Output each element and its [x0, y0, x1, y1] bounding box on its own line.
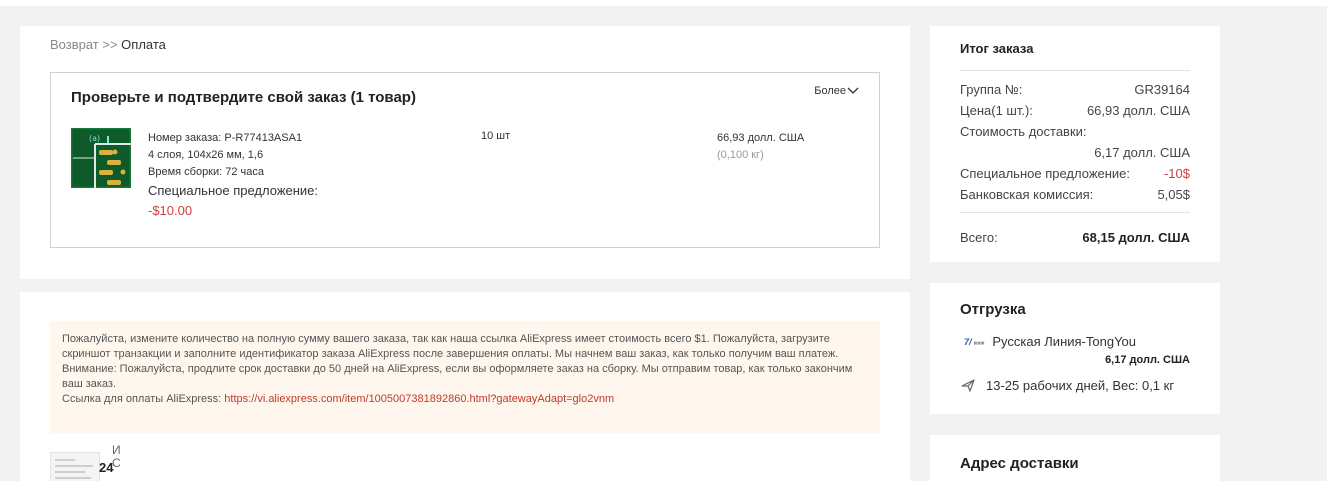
total-value: 68,15 долл. США [1082, 230, 1190, 245]
payment-notice: Пожалуйста, измените количество на полну… [50, 321, 880, 433]
summary-row-shipping-label: Стоимость доставки: [960, 124, 1190, 139]
total-label: Всего: [960, 230, 998, 245]
promo-label-summary: Специальное предложение: [960, 166, 1131, 181]
promo-label: Специальное предложение: [148, 183, 319, 198]
summary-row-group: Группа №: GR39164 [960, 82, 1190, 97]
breadcrumb-back-link[interactable]: Возврат [50, 37, 99, 52]
summary-row-promo: Специальное предложение: -10$ [960, 166, 1190, 181]
summary-divider-top [960, 70, 1190, 71]
shipment-card: Отгрузка 7/■■■ Русская Линия-TongYou 6,1… [930, 283, 1220, 414]
more-label: Более [814, 85, 846, 97]
order-title: Проверьте и подтвердите свой заказ (1 то… [71, 89, 416, 106]
item-spec: 4 слоя, 104x26 мм, 1,6 [148, 149, 264, 161]
group-label: Группа №: [960, 82, 1023, 97]
payment-card: Пожалуйста, измените количество на полну… [20, 292, 910, 481]
address-title: Адрес доставки [960, 455, 1079, 472]
summary-title: Итог заказа [960, 41, 1034, 56]
carrier-row: 7/■■■ Русская Линия-TongYou [964, 334, 1136, 349]
notice-line-2: Внимание: Пожалуйста, продлите срок дост… [62, 363, 853, 390]
aliexpress-payment-link[interactable]: https://vi.aliexpress.com/item/100500738… [224, 393, 614, 405]
bank-fee-label: Банковская комиссия: [960, 187, 1094, 202]
shipment-title: Отгрузка [960, 301, 1026, 318]
shipping-value: 6,17 долл. США [1094, 145, 1190, 160]
notice-link-row: Ссылка для оплаты AliExpress: https://vi… [62, 392, 868, 407]
summary-row-total: Всего: 68,15 долл. США [960, 230, 1190, 245]
item-price-column: 66,93 долл. США (0,100 кг) [717, 130, 804, 164]
group-value: GR39164 [1134, 82, 1190, 97]
pcb-image-icon: (a) [71, 128, 131, 188]
delivery-time-row: 13-25 рабочих дней, Вес: 0,1 кг [960, 377, 1174, 393]
attachment-side-bottom: С [112, 456, 121, 470]
address-card: Адрес доставки [930, 435, 1220, 481]
summary-row-shipping-value: 6,17 долл. США [960, 145, 1190, 160]
order-item-box: Проверьте и подтвердите свой заказ (1 то… [50, 72, 880, 248]
item-info: Номер заказа: P-R77413ASA1 4 слоя, 104x2… [148, 130, 318, 221]
shipping-label: Стоимость доставки: [960, 124, 1087, 139]
order-summary-card: Итог заказа Группа №: GR39164 Цена(1 шт.… [930, 26, 1220, 262]
item-quantity: 10 шт [481, 130, 511, 142]
order-review-card: Возврат >> Оплата Проверьте и подтвердит… [20, 26, 910, 279]
shipment-price: 6,17 долл. США [1105, 354, 1190, 366]
summary-row-price: Цена(1 шт.): 66,93 долл. США [960, 103, 1190, 118]
item-price: 66,93 долл. США [717, 132, 805, 144]
breadcrumb-current: Оплата [121, 37, 166, 52]
more-toggle-button[interactable]: Более [814, 85, 859, 97]
chevron-down-icon [847, 87, 859, 94]
price-label: Цена(1 шт.): [960, 103, 1033, 118]
breadcrumb: Возврат >> Оплата [50, 37, 166, 52]
promo-value-summary: -10$ [1163, 166, 1190, 181]
attachment-side-letters: И С [112, 444, 121, 470]
airplane-icon [961, 379, 975, 392]
summary-divider-bottom [960, 212, 1190, 213]
notice-link-label: Ссылка для оплаты AliExpress: [62, 393, 225, 405]
screenshot-thumbnail[interactable] [50, 452, 100, 481]
pcb-product-image: (a) [71, 128, 131, 188]
price-value: 66,93 долл. США [1086, 103, 1190, 118]
top-bar [0, 0, 1327, 6]
carrier-logo-icon: 7/■■■ [964, 336, 985, 347]
build-time: Время сборки: 72 часа [148, 166, 265, 178]
bank-fee-value: 5,05$ [1157, 187, 1190, 202]
notice-line-1: Пожалуйста, измените количество на полну… [62, 333, 839, 360]
delivery-time: 13-25 рабочих дней, Вес: 0,1 кг [986, 377, 1175, 393]
item-weight: (0,100 кг) [717, 149, 764, 161]
svg-text:(a): (a) [89, 134, 100, 143]
summary-row-bank: Банковская комиссия: 5,05$ [960, 187, 1190, 202]
carrier-name: Русская Линия-TongYou [992, 334, 1136, 349]
breadcrumb-separator: >> [98, 37, 122, 52]
order-number: Номер заказа: P-R77413ASA1 [148, 132, 303, 144]
promo-discount: -$10.00 [148, 203, 193, 218]
